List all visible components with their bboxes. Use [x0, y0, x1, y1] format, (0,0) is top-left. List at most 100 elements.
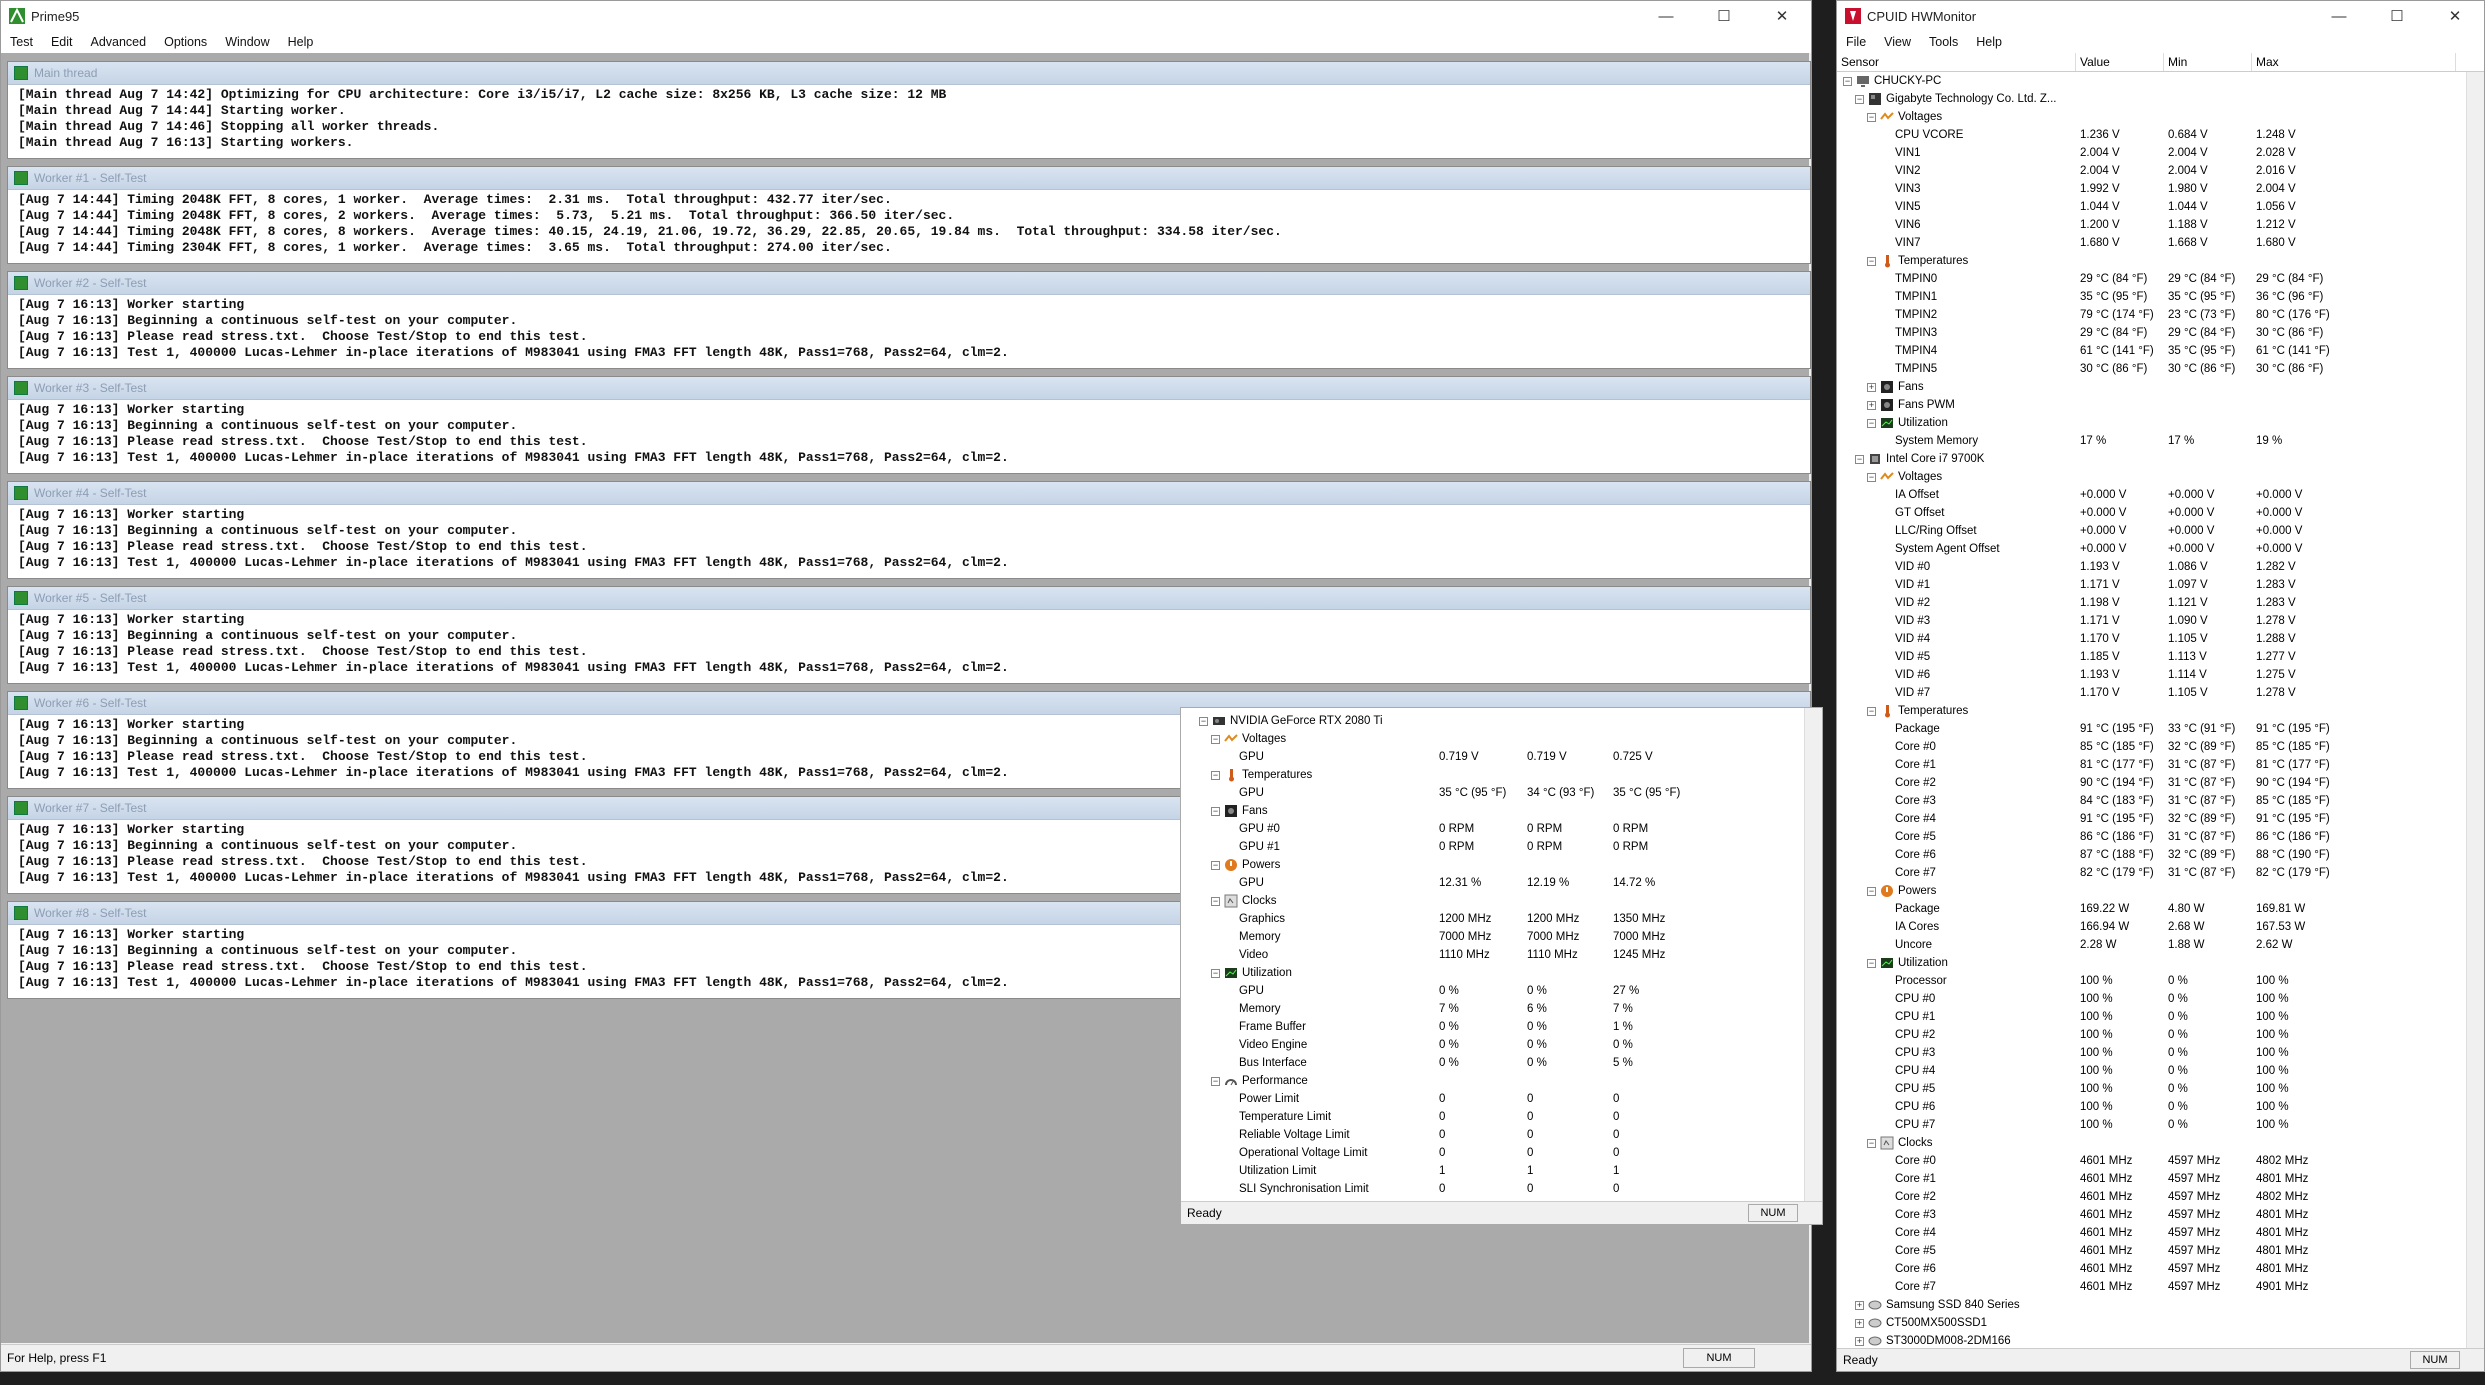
sensor-row[interactable]: Power Limit 0 0 0: [1181, 1090, 1801, 1108]
sensor-row[interactable]: Reliable Voltage Limit 0 0 0: [1181, 1126, 1801, 1144]
tree-group-utilization[interactable]: − Utilization: [1837, 414, 2467, 432]
expand-toggle[interactable]: +: [1855, 1337, 1864, 1346]
sensor-row[interactable]: Core #0 85 °C (185 °F) 32 °C (89 °F) 85 °C …: [1837, 738, 2467, 756]
sensor-row[interactable]: GPU #1 0 RPM 0 RPM 0 RPM: [1181, 838, 1801, 856]
thread-window[interactable]: Worker #3 - Self-Test [Aug 7 16:13] Worke…: [7, 376, 1811, 474]
tree-group-nvidia-geforce-rtx-2080-ti[interactable]: − NVIDIA GeForce RTX 2080 Ti: [1181, 712, 1801, 730]
menu-item-file[interactable]: File: [1837, 35, 1875, 49]
sensor-row[interactable]: Utilization Limit 1 1 1: [1181, 1162, 1801, 1180]
sensor-row[interactable]: CPU #0 100 % 0 % 100 %: [1837, 990, 2467, 1008]
sensor-row[interactable]: GPU 0 % 0 % 27 %: [1181, 982, 1801, 1000]
sensor-row[interactable]: System Memory 17 % 17 % 19 %: [1837, 432, 2467, 450]
sensor-row[interactable]: Core #2 90 °C (194 °F) 31 °C (87 °F) 90 °C …: [1837, 774, 2467, 792]
sensor-row[interactable]: System Agent Offset +0.000 V +0.000 V +0.00…: [1837, 540, 2467, 558]
collapse-toggle[interactable]: −: [1211, 771, 1220, 780]
col-min[interactable]: Min: [2164, 53, 2252, 71]
sensor-row[interactable]: Package 169.22 W 4.80 W 169.81 W: [1837, 900, 2467, 918]
collapse-toggle[interactable]: −: [1867, 257, 1876, 266]
sensor-row[interactable]: Core #0 4601 MHz 4597 MHz 4802 MHz: [1837, 1152, 2467, 1170]
prime95-titlebar[interactable]: Prime95 — ☐ ✕: [1, 1, 1811, 31]
sensor-row[interactable]: TMPIN0 29 °C (84 °F) 29 °C (84 °F) 29 °C (8…: [1837, 270, 2467, 288]
close-button[interactable]: ✕: [2426, 7, 2484, 25]
menu-item-tools[interactable]: Tools: [1920, 35, 1967, 49]
collapse-toggle[interactable]: −: [1867, 1139, 1876, 1148]
sensor-row[interactable]: Core #3 84 °C (183 °F) 31 °C (87 °F) 85 °C …: [1837, 792, 2467, 810]
col-sensor[interactable]: Sensor: [1837, 53, 2076, 71]
tree-group-powers[interactable]: − Powers: [1181, 856, 1801, 874]
maximize-button[interactable]: ☐: [1695, 7, 1753, 25]
sensor-row[interactable]: Temperature Limit 0 0 0: [1181, 1108, 1801, 1126]
sensor-row[interactable]: VID #2 1.198 V 1.121 V 1.283 V: [1837, 594, 2467, 612]
tree-group-st3000dm008-2dm166[interactable]: + ST3000DM008-2DM166: [1837, 1332, 2467, 1348]
collapse-toggle[interactable]: −: [1211, 897, 1220, 906]
maximize-button[interactable]: ☐: [2368, 7, 2426, 25]
sensor-row[interactable]: GT Offset +0.000 V +0.000 V +0.000 V: [1837, 504, 2467, 522]
sensor-row[interactable]: Core #5 86 °C (186 °F) 31 °C (87 °F) 86 °C …: [1837, 828, 2467, 846]
thread-window[interactable]: Main thread [Main thread Aug 7 14:42] Opt…: [7, 61, 1811, 159]
collapse-toggle[interactable]: −: [1867, 473, 1876, 482]
menu-item-options[interactable]: Options: [155, 35, 216, 49]
thread-window[interactable]: Worker #1 - Self-Test [Aug 7 14:44] Timin…: [7, 166, 1811, 264]
sensor-row[interactable]: CPU #5 100 % 0 % 100 %: [1837, 1080, 2467, 1098]
collapse-toggle[interactable]: −: [1867, 113, 1876, 122]
sensor-row[interactable]: Package 91 °C (195 °F) 33 °C (91 °F) 91 °C …: [1837, 720, 2467, 738]
sensor-row[interactable]: GPU 12.31 % 12.19 % 14.72 %: [1181, 874, 1801, 892]
sensor-row[interactable]: VIN7 1.680 V 1.668 V 1.680 V: [1837, 234, 2467, 252]
sensor-row[interactable]: Core #3 4601 MHz 4597 MHz 4801 MHz: [1837, 1206, 2467, 1224]
tree-group-utilization[interactable]: − Utilization: [1837, 954, 2467, 972]
tree-group-fans-pwm[interactable]: + Fans PWM: [1837, 396, 2467, 414]
thread-titlebar[interactable]: Worker #5 - Self-Test: [8, 587, 1810, 610]
menu-item-edit[interactable]: Edit: [42, 35, 82, 49]
collapse-toggle[interactable]: −: [1199, 717, 1208, 726]
sensor-row[interactable]: Core #6 87 °C (188 °F) 32 °C (89 °F) 88 °C …: [1837, 846, 2467, 864]
menu-item-help[interactable]: Help: [1967, 35, 2011, 49]
sensor-row[interactable]: IA Offset +0.000 V +0.000 V +0.000 V: [1837, 486, 2467, 504]
sensor-row[interactable]: Video Engine 0 % 0 % 0 %: [1181, 1036, 1801, 1054]
sensor-row[interactable]: Graphics 1200 MHz 1200 MHz 1350 MHz: [1181, 910, 1801, 928]
sensor-row[interactable]: Core #5 4601 MHz 4597 MHz 4801 MHz: [1837, 1242, 2467, 1260]
menu-item-view[interactable]: View: [1875, 35, 1920, 49]
sensor-row[interactable]: Core #1 4601 MHz 4597 MHz 4801 MHz: [1837, 1170, 2467, 1188]
sensor-row[interactable]: VIN2 2.004 V 2.004 V 2.016 V: [1837, 162, 2467, 180]
sensor-scrollbar[interactable]: [2466, 72, 2484, 1348]
sensor-row[interactable]: VID #3 1.171 V 1.090 V 1.278 V: [1837, 612, 2467, 630]
thread-titlebar[interactable]: Worker #3 - Self-Test: [8, 377, 1810, 400]
sensor-row[interactable]: VID #6 1.193 V 1.114 V 1.275 V: [1837, 666, 2467, 684]
collapse-toggle[interactable]: −: [1211, 735, 1220, 744]
thread-titlebar[interactable]: Worker #2 - Self-Test: [8, 272, 1810, 295]
sensor-row[interactable]: Bus Interface 0 % 0 % 5 %: [1181, 1054, 1801, 1072]
sensor-row[interactable]: VID #1 1.171 V 1.097 V 1.283 V: [1837, 576, 2467, 594]
collapse-toggle[interactable]: −: [1867, 419, 1876, 428]
thread-window[interactable]: Worker #2 - Self-Test [Aug 7 16:13] Worke…: [7, 271, 1811, 369]
tree-group-gigabyte-technology-co-ltd-z-[interactable]: − Gigabyte Technology Co. Ltd. Z...: [1837, 90, 2467, 108]
sensor-row[interactable]: CPU #3 100 % 0 % 100 %: [1837, 1044, 2467, 1062]
expand-toggle[interactable]: +: [1855, 1301, 1864, 1310]
expand-toggle[interactable]: +: [1855, 1319, 1864, 1328]
sensor-row[interactable]: Core #7 4601 MHz 4597 MHz 4901 MHz: [1837, 1278, 2467, 1296]
tree-group-samsung-ssd-840-series[interactable]: + Samsung SSD 840 Series: [1837, 1296, 2467, 1314]
thread-window[interactable]: Worker #5 - Self-Test [Aug 7 16:13] Worke…: [7, 586, 1811, 684]
thread-titlebar[interactable]: Main thread: [8, 62, 1810, 85]
tree-group-utilization[interactable]: − Utilization: [1181, 964, 1801, 982]
sensor-row[interactable]: CPU #1 100 % 0 % 100 %: [1837, 1008, 2467, 1026]
sensor-row[interactable]: Frame Buffer 0 % 0 % 1 %: [1181, 1018, 1801, 1036]
sensor-row[interactable]: Core #1 81 °C (177 °F) 31 °C (87 °F) 81 °C …: [1837, 756, 2467, 774]
sensor-row[interactable]: Core #4 4601 MHz 4597 MHz 4801 MHz: [1837, 1224, 2467, 1242]
tree-group-temperatures[interactable]: − Temperatures: [1181, 766, 1801, 784]
thread-titlebar[interactable]: Worker #4 - Self-Test: [8, 482, 1810, 505]
collapse-toggle[interactable]: −: [1843, 77, 1852, 86]
menu-item-help[interactable]: Help: [279, 35, 323, 49]
sensor-row[interactable]: TMPIN4 61 °C (141 °F) 35 °C (95 °F) 61 °C (…: [1837, 342, 2467, 360]
tree-group-temperatures[interactable]: − Temperatures: [1837, 252, 2467, 270]
sensor-row[interactable]: VID #5 1.185 V 1.113 V 1.277 V: [1837, 648, 2467, 666]
minimize-button[interactable]: —: [2310, 8, 2368, 25]
sensor-row[interactable]: Processor 100 % 0 % 100 %: [1837, 972, 2467, 990]
thread-window[interactable]: Worker #4 - Self-Test [Aug 7 16:13] Worke…: [7, 481, 1811, 579]
collapse-toggle[interactable]: −: [1211, 969, 1220, 978]
sensor-row[interactable]: IA Cores 166.94 W 2.68 W 167.53 W: [1837, 918, 2467, 936]
sensor-row[interactable]: Video 1110 MHz 1110 MHz 1245 MHz: [1181, 946, 1801, 964]
sensor-row[interactable]: Uncore 2.28 W 1.88 W 2.62 W: [1837, 936, 2467, 954]
menu-item-advanced[interactable]: Advanced: [81, 35, 155, 49]
tree-group-chucky-pc[interactable]: − CHUCKY-PC: [1837, 72, 2467, 90]
sensor-row[interactable]: TMPIN3 29 °C (84 °F) 29 °C (84 °F) 30 °C (8…: [1837, 324, 2467, 342]
